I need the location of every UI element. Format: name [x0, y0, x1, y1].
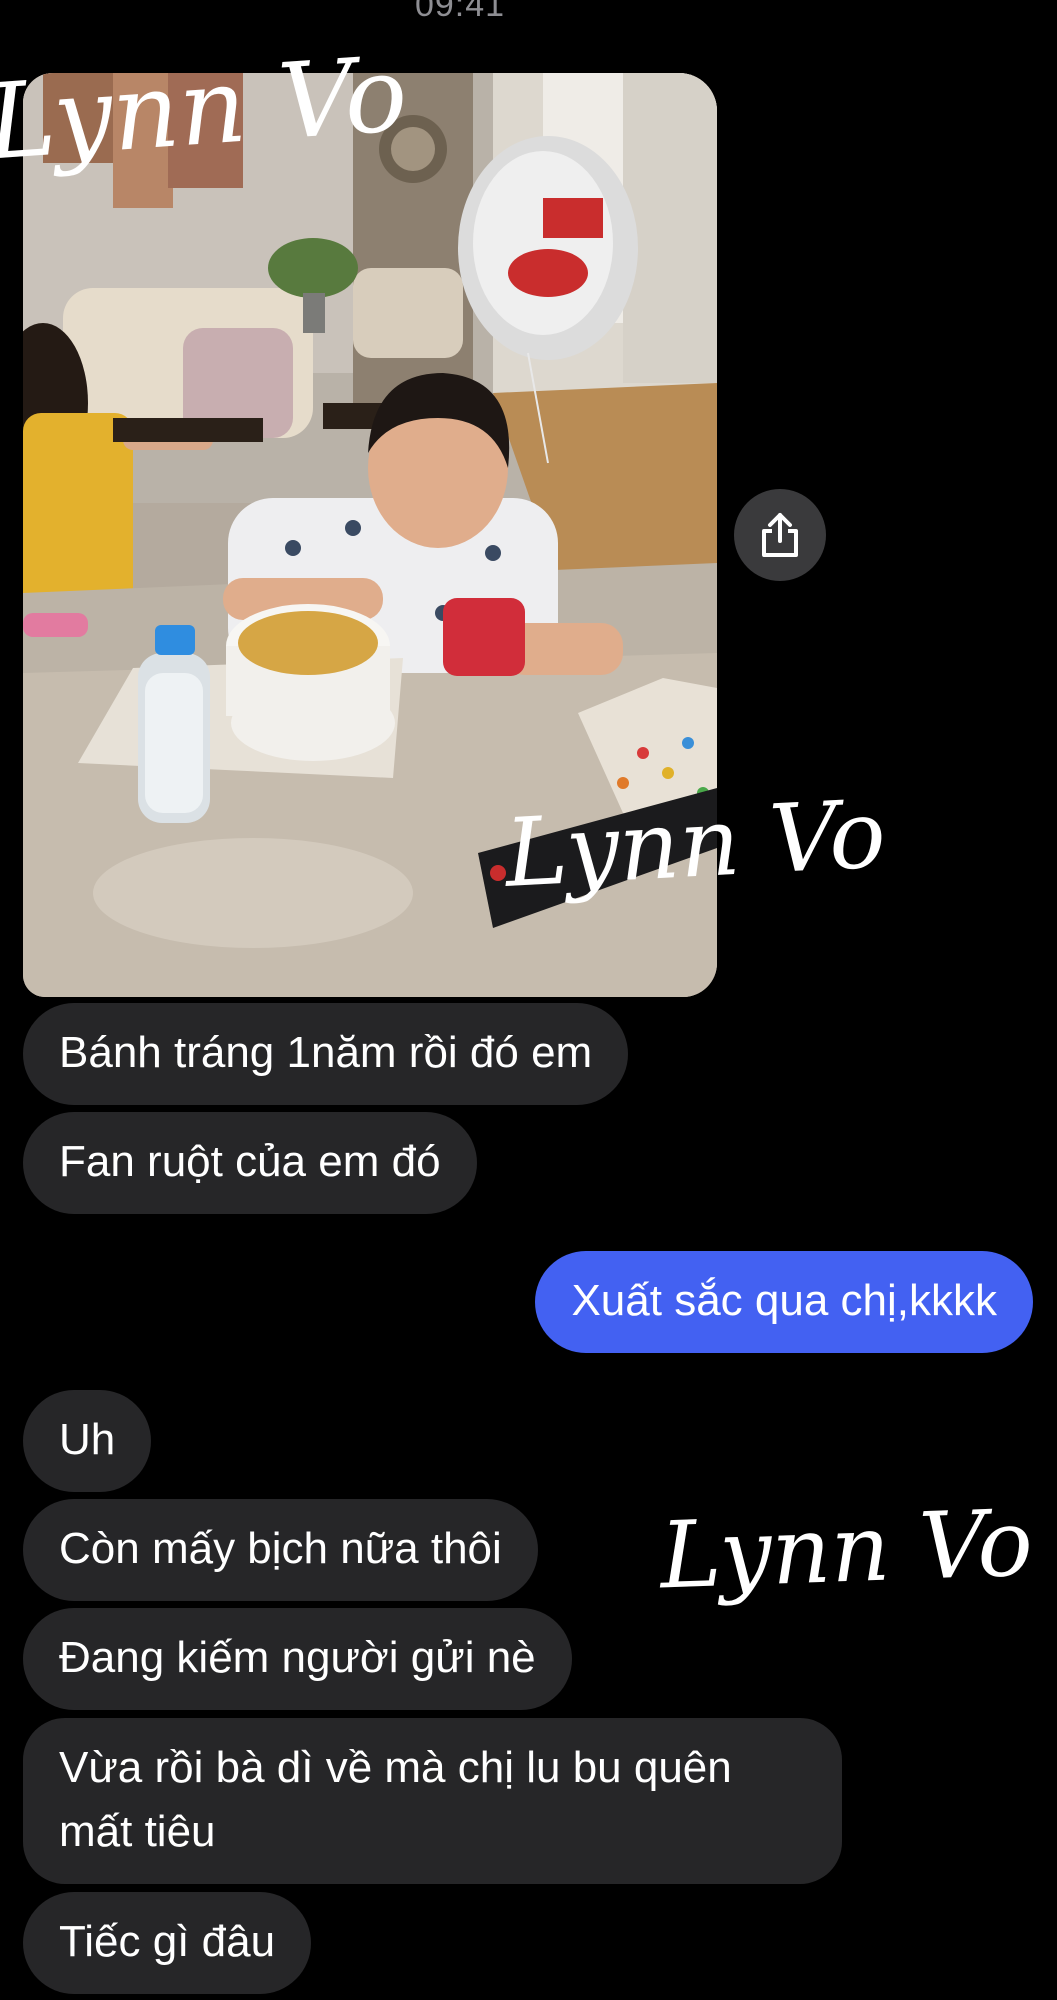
message-bubble-incoming[interactable]: Còn mấy bịch nữa thôi [23, 1499, 538, 1601]
message-text: Tiếc gì đâu [59, 1917, 276, 1966]
message-text: Xuất sắc qua chị,kkkk [571, 1276, 997, 1325]
message-text: Vừa rồi bà dì về mà chị lu bu quên mất t… [59, 1743, 732, 1856]
share-button[interactable] [734, 489, 826, 581]
message-bubble-incoming[interactable]: Uh [23, 1390, 152, 1492]
message-bubble-incoming[interactable]: Fan ruột của em đó [23, 1112, 477, 1214]
watermark-middle: Lynn Vo [502, 780, 889, 909]
message-bubble-incoming[interactable]: Tiếc gì đâu [23, 1892, 312, 1994]
message-bubble-incoming[interactable]: Đang kiếm người gửi nè [23, 1608, 572, 1710]
message-bubble-incoming[interactable]: Bánh tráng 1năm rồi đó em [23, 1003, 629, 1105]
message-text: Fan ruột của em đó [59, 1137, 441, 1186]
message-text: Đang kiếm người gửi nè [59, 1633, 536, 1682]
message-bubble-outgoing[interactable]: Xuất sắc qua chị,kkkk [535, 1251, 1033, 1353]
message-text: Bánh tráng 1năm rồi đó em [59, 1028, 593, 1077]
watermark-right: Lynn Vo [658, 1489, 1035, 1610]
message-text: Còn mấy bịch nữa thôi [59, 1524, 502, 1573]
message-text: Uh [59, 1415, 116, 1464]
message-bubble-incoming[interactable]: Vừa rồi bà dì về mà chị lu bu quên mất t… [23, 1718, 842, 1884]
status-bar-time: 09:41 [414, 0, 506, 24]
share-icon [762, 513, 798, 557]
